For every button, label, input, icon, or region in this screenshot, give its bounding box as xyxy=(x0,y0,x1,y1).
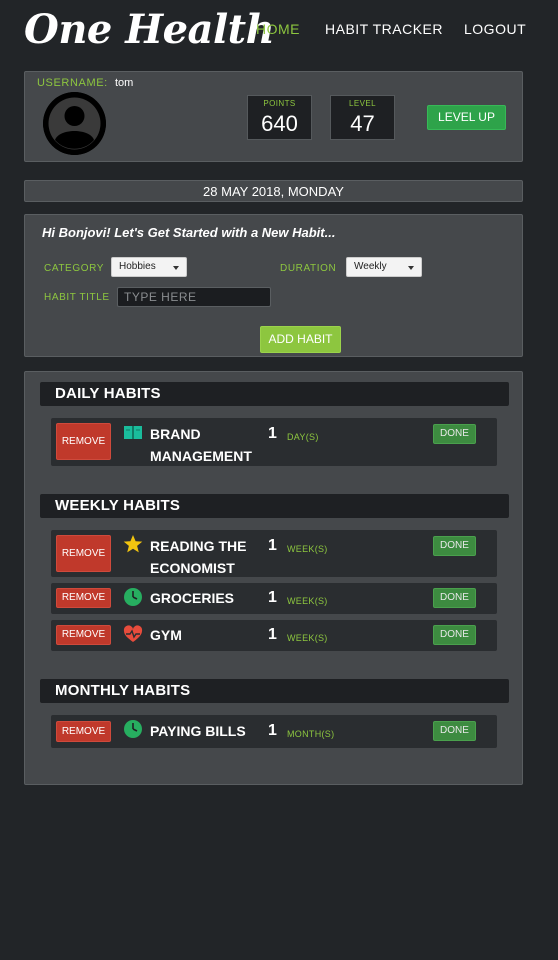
star-icon xyxy=(123,535,143,553)
remove-button[interactable]: REMOVE xyxy=(56,625,111,645)
habit-name: GROCERIES xyxy=(150,590,235,606)
remove-button[interactable]: REMOVE xyxy=(56,535,111,572)
habit-row: REMOVE GYM 1 WEEK(S) DONE xyxy=(51,620,497,651)
habit-unit: WEEK(S) xyxy=(287,596,328,606)
done-button[interactable]: DONE xyxy=(433,721,476,741)
habit-name: BRAND MANAGEMENT xyxy=(150,426,252,464)
heart-icon xyxy=(123,625,143,642)
habit-name: GYM xyxy=(150,627,182,643)
habit-row: REMOVE GROCERIES 1 WEEK(S) DONE xyxy=(51,583,497,614)
daily-habits-header: DAILY HABITS xyxy=(40,382,509,406)
level-box: LEVEL 47 xyxy=(330,95,395,140)
habit-row: REMOVE BRAND MANAGEMENT 1 DAY(S) DONE xyxy=(51,418,497,466)
username-label: USERNAME: xyxy=(37,77,108,89)
level-up-button[interactable]: LEVEL UP xyxy=(427,105,506,130)
monthly-habits-header: MONTHLY HABITS xyxy=(40,679,509,703)
done-button[interactable]: DONE xyxy=(433,536,476,556)
done-button[interactable]: DONE xyxy=(433,625,476,645)
nav-logout-link[interactable]: LOGOUT xyxy=(464,21,526,37)
new-habit-form: Hi Bonjovi! Let's Get Started with a New… xyxy=(24,214,523,357)
remove-button[interactable]: REMOVE xyxy=(56,721,111,742)
app-logo[interactable]: One Health xyxy=(24,6,275,53)
habit-unit: WEEK(S) xyxy=(287,633,328,643)
done-button[interactable]: DONE xyxy=(433,424,476,444)
top-nav: One Health HOME HABIT TRACKER LOGOUT xyxy=(0,0,558,62)
level-label: LEVEL xyxy=(349,99,376,108)
remove-button[interactable]: REMOVE xyxy=(56,588,111,608)
points-box: POINTS 640 xyxy=(247,95,312,140)
user-avatar-icon[interactable] xyxy=(43,92,106,155)
profile-panel: USERNAME: tom POINTS 640 LEVEL 47 LEVEL … xyxy=(24,71,523,162)
greeting-text: Hi Bonjovi! Let's Get Started with a New… xyxy=(42,225,336,240)
weekly-habits-header: WEEKLY HABITS xyxy=(40,494,509,518)
nav-home-link[interactable]: HOME xyxy=(256,21,300,37)
habit-count: 1 xyxy=(268,425,277,442)
habit-row: REMOVE READING THE ECONOMIST 1 WEEK(S) D… xyxy=(51,530,497,577)
remove-button[interactable]: REMOVE xyxy=(56,423,111,460)
category-select[interactable]: Hobbies xyxy=(111,257,187,277)
done-button[interactable]: DONE xyxy=(433,588,476,608)
habit-count: 1 xyxy=(268,589,277,606)
username-value: tom xyxy=(115,77,134,89)
points-value: 640 xyxy=(261,111,298,136)
add-habit-button[interactable]: ADD HABIT xyxy=(260,326,341,353)
habit-title-label: HABIT TITLE xyxy=(44,292,110,303)
clock-icon xyxy=(124,588,142,606)
habit-count: 1 xyxy=(268,722,277,739)
chevron-down-icon xyxy=(173,266,179,270)
habit-count: 1 xyxy=(268,537,277,554)
avatar-silhouette xyxy=(43,92,106,155)
points-label: POINTS xyxy=(263,99,296,108)
category-select-value: Hobbies xyxy=(119,261,156,272)
level-value: 47 xyxy=(350,111,375,136)
chevron-down-icon xyxy=(408,266,414,270)
habit-unit: MONTH(S) xyxy=(287,729,335,739)
duration-select[interactable]: Weekly xyxy=(346,257,422,277)
habit-name: READING THE ECONOMIST xyxy=(150,538,247,576)
habit-row: REMOVE PAYING BILLS 1 MONTH(S) DONE xyxy=(51,715,497,748)
duration-select-value: Weekly xyxy=(354,261,387,272)
date-bar: 28 MAY 2018, MONDAY xyxy=(24,180,523,202)
habits-panel: DAILY HABITS REMOVE BRAND MANAGEMENT 1 D… xyxy=(24,371,523,785)
habit-unit: WEEK(S) xyxy=(287,544,328,554)
habit-title-input[interactable] xyxy=(117,287,271,307)
nav-habit-tracker-link[interactable]: HABIT TRACKER xyxy=(325,21,443,37)
habit-count: 1 xyxy=(268,626,277,643)
category-label: CATEGORY xyxy=(44,263,104,274)
habit-unit: DAY(S) xyxy=(287,432,319,442)
clock-icon xyxy=(124,720,142,738)
book-icon xyxy=(124,426,142,439)
duration-label: DURATION xyxy=(280,263,337,274)
